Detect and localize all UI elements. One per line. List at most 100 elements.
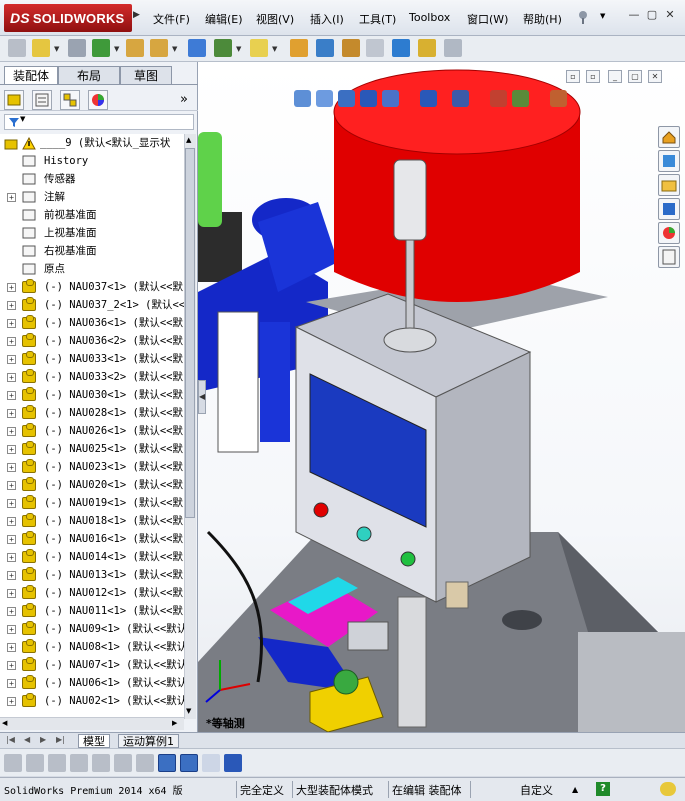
menu-insert[interactable]: 插入(I)	[310, 11, 344, 27]
split-horizontal-icon[interactable]: ▫	[566, 70, 580, 83]
view-orientation-icon[interactable]	[420, 90, 437, 107]
component-row[interactable]: + (-) NAU025<1> (默认<<默	[0, 440, 184, 458]
expand-icon[interactable]: +	[7, 625, 16, 634]
shaded-edges-icon[interactable]	[180, 754, 198, 772]
standard-views-icon[interactable]	[158, 754, 176, 772]
pin-icon[interactable]	[576, 9, 590, 25]
component-row[interactable]: + (-) NAU07<1> (默认<<默认	[0, 656, 184, 674]
expand-icon[interactable]: +	[7, 607, 16, 616]
component-row[interactable]: + (-) NAU033<2> (默认<<默	[0, 368, 184, 386]
design-library-icon[interactable]	[658, 150, 680, 172]
perspective-icon[interactable]	[136, 754, 154, 772]
pattern-icon[interactable]	[150, 39, 168, 57]
tab-motion-study[interactable]: 运动算例1	[118, 734, 179, 748]
close-icon[interactable]: ✕	[661, 8, 679, 24]
expand-icon[interactable]: +	[7, 409, 16, 418]
tab-nav-prev-icon[interactable]: ◀	[24, 735, 30, 744]
split-vertical-icon[interactable]: ▫	[586, 70, 600, 83]
minimize-icon[interactable]: —	[625, 8, 643, 24]
component-row[interactable]: + (-) NAU02<1> (默认<<默认	[0, 692, 184, 710]
tab-model[interactable]: 模型	[78, 734, 110, 748]
component-row[interactable]: + (-) NAU037_2<1> (默认<<	[0, 296, 184, 314]
smart-fasteners-icon[interactable]	[188, 39, 206, 57]
tree-filter[interactable]: ▼	[4, 114, 194, 130]
shaded-icon[interactable]	[92, 754, 110, 772]
panel-collapse-handle[interactable]: ◀	[198, 380, 206, 414]
mate-dropdown-icon[interactable]: ▼	[114, 45, 120, 53]
restore-icon[interactable]: ▢	[643, 8, 661, 24]
graphics-area[interactable]: *等轴测 ◀ ▫ ▫ _ ▢ ✕	[198, 62, 685, 732]
move-dropdown-icon[interactable]: ▼	[236, 45, 242, 53]
component-row[interactable]: + (-) NAU019<1> (默认<<默	[0, 494, 184, 512]
tree-scroll-thumb[interactable]	[185, 148, 195, 518]
zoom-to-fit-icon[interactable]	[294, 90, 311, 107]
assembly-features-icon[interactable]	[290, 39, 308, 57]
expand-icon[interactable]: +	[7, 661, 16, 670]
dynamic-annotation-icon[interactable]	[382, 90, 399, 107]
view-palette-icon[interactable]	[658, 198, 680, 220]
open-dropdown-icon[interactable]: ▼	[54, 45, 60, 53]
custom-properties-icon[interactable]	[658, 246, 680, 268]
expand-icon[interactable]: +	[7, 319, 16, 328]
mate-icon[interactable]	[92, 39, 110, 57]
viewport-minimize-icon[interactable]: _	[608, 70, 622, 83]
move-component-icon[interactable]	[214, 39, 232, 57]
component-row[interactable]: + (-) NAU014<1> (默认<<默	[0, 548, 184, 566]
expand-icon[interactable]: +	[7, 463, 16, 472]
component-row[interactable]: + (-) NAU033<1> (默认<<默	[0, 350, 184, 368]
tab-sketch[interactable]: 草图	[120, 66, 172, 85]
expand-icon[interactable]: +	[7, 193, 16, 202]
show-hidden-icon[interactable]	[250, 39, 268, 57]
expand-icon[interactable]: +	[7, 481, 16, 490]
component-row[interactable]: + (-) NAU036<1> (默认<<默	[0, 314, 184, 332]
new-document-icon[interactable]	[8, 39, 26, 57]
expand-icon[interactable]: +	[7, 517, 16, 526]
units-dropdown-icon[interactable]: ▲	[572, 785, 578, 794]
expand-icon[interactable]: +	[7, 643, 16, 652]
tab-layout[interactable]: 布局	[58, 66, 120, 85]
tree-item[interactable]: 上视基准面	[0, 224, 184, 242]
instant3d-icon[interactable]	[418, 39, 436, 57]
tree-item[interactable]: 原点	[0, 260, 184, 278]
menu-file[interactable]: 文件(F)	[153, 11, 190, 27]
menu-edit[interactable]: 编辑(E)	[205, 11, 243, 27]
open-folder-icon[interactable]	[32, 39, 50, 57]
view-settings-icon[interactable]	[550, 90, 567, 107]
viewport-close-icon[interactable]: ✕	[648, 70, 662, 83]
previous-view-icon[interactable]	[338, 90, 355, 107]
reference-geometry-icon[interactable]	[316, 39, 334, 57]
hidden-lines-icon[interactable]	[70, 754, 88, 772]
component-row[interactable]: + (-) NAU030<1> (默认<<默	[0, 386, 184, 404]
menu-toolbox[interactable]: Toolbox	[409, 11, 450, 24]
solidworks-resources-icon[interactable]	[658, 126, 680, 148]
menu-view[interactable]: 视图(V)	[256, 11, 294, 27]
expand-icon[interactable]: +	[7, 355, 16, 364]
tree-item[interactable]: History	[0, 152, 184, 170]
expand-icon[interactable]: +	[7, 499, 16, 508]
new-motion-study-icon[interactable]	[342, 39, 360, 57]
expand-icon[interactable]: +	[7, 679, 16, 688]
component-row[interactable]: + (-) NAU011<1> (默认<<默	[0, 602, 184, 620]
show-dropdown-icon[interactable]: ▼	[272, 45, 278, 53]
single-view-icon[interactable]	[202, 754, 220, 772]
logo-arrow-icon[interactable]: ▶	[133, 10, 145, 24]
expand-icon[interactable]: +	[7, 535, 16, 544]
component-row[interactable]: + (-) NAU016<1> (默认<<默	[0, 530, 184, 548]
component-row[interactable]: + (-) NAU026<1> (默认<<默	[0, 422, 184, 440]
component-row[interactable]: + (-) NAU09<1> (默认<<默认	[0, 620, 184, 638]
component-row[interactable]: + (-) NAU08<1> (默认<<默认	[0, 638, 184, 656]
menu-help[interactable]: 帮助(H)	[523, 11, 562, 27]
component-row[interactable]: + (-) NAU036<2> (默认<<默	[0, 332, 184, 350]
appearances-icon[interactable]	[658, 222, 680, 244]
section-icon[interactable]	[114, 754, 132, 772]
viewport-restore-icon[interactable]: ▢	[628, 70, 642, 83]
component-row[interactable]: + (-) NAU020<1> (默认<<默	[0, 476, 184, 494]
four-view-icon[interactable]	[224, 754, 242, 772]
tree-horizontal-scrollbar[interactable]: ◀ ▶	[0, 717, 184, 730]
exploded-view-icon[interactable]	[392, 39, 410, 57]
scroll-left-icon[interactable]: ◀	[2, 719, 7, 727]
quick-tips-help-icon[interactable]: ?	[596, 782, 610, 796]
component-row[interactable]: + (-) NAU012<1> (默认<<默	[0, 584, 184, 602]
scroll-up-icon[interactable]: ▲	[186, 136, 191, 144]
isometric-icon[interactable]	[26, 754, 44, 772]
